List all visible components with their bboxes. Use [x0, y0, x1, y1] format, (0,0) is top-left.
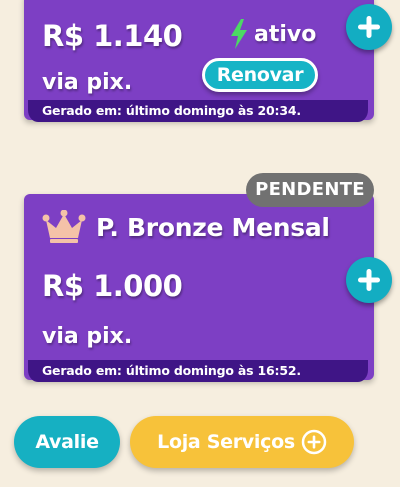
- status-label: ativo: [254, 21, 317, 47]
- plan-title-row: P. Bronze Mensal: [42, 209, 330, 244]
- plan-status: ativo: [230, 19, 316, 49]
- payment-method: via pix.: [42, 70, 133, 95]
- rate-button[interactable]: Avalie: [14, 416, 120, 468]
- add-button[interactable]: [346, 4, 392, 50]
- status-badge: PENDENTE: [246, 173, 374, 207]
- payment-method: via pix.: [42, 324, 133, 349]
- shop-services-label: Loja Serviços: [157, 431, 295, 453]
- circle-plus-icon: [301, 429, 327, 455]
- generated-at-bar: Gerado em: último domingo às 20:34.: [28, 100, 368, 122]
- plus-icon: [358, 16, 380, 38]
- active-plan-card: R$ 1.140 via pix. ativo Renovar Gerado e…: [24, 0, 374, 122]
- plan-name: P. Bronze Mensal: [96, 212, 330, 242]
- renew-button[interactable]: Renovar: [202, 58, 318, 92]
- add-button[interactable]: [346, 257, 392, 303]
- pending-plan-card: P. Bronze Mensal R$ 1.000 via pix. Gerad…: [24, 194, 374, 382]
- plan-price: R$ 1.140: [42, 19, 183, 53]
- plans-screen: R$ 1.140 via pix. ativo Renovar Gerado e…: [0, 0, 400, 487]
- shop-services-button[interactable]: Loja Serviços: [130, 416, 354, 468]
- lightning-bolt-icon: [230, 19, 248, 49]
- generated-at-bar: Gerado em: último domingo às 16:52.: [28, 360, 368, 382]
- plan-price: R$ 1.000: [42, 269, 183, 303]
- crown-icon: [42, 209, 86, 244]
- plus-icon: [358, 269, 380, 291]
